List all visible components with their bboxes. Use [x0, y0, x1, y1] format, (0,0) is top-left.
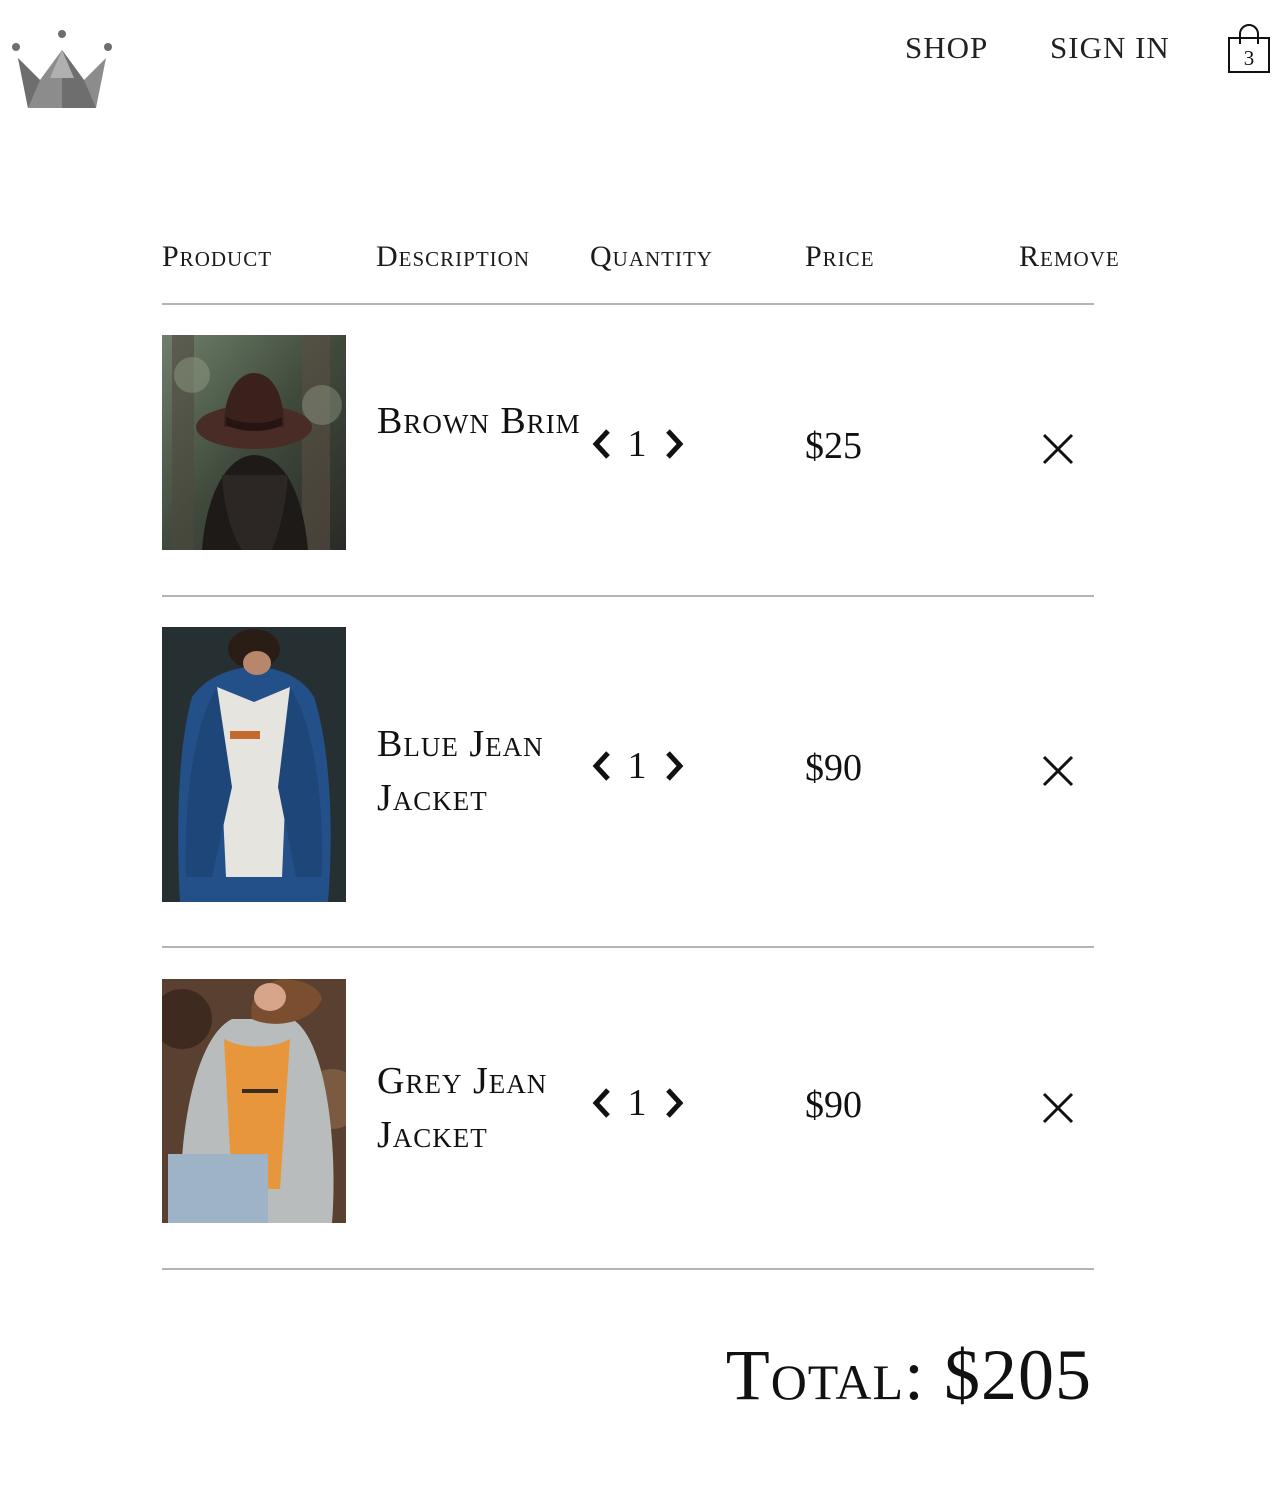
- row-divider: [162, 1268, 1094, 1270]
- product-name-blue-jean-jacket: Blue Jean Jacket: [377, 723, 544, 819]
- nav-sign-in-link[interactable]: SIGN IN: [1050, 30, 1170, 66]
- header-price: Price: [805, 240, 875, 273]
- header-quantity: Quantity: [590, 240, 713, 273]
- product-image-blue-jean-jacket: [162, 627, 346, 902]
- chevron-right-icon[interactable]: [660, 426, 688, 462]
- product-name-brown-brim: Brown Brim: [377, 400, 581, 442]
- product-name-grey-jean-jacket: Grey Jean Jacket: [377, 1060, 548, 1156]
- cart-total: Total: $205: [725, 1335, 1092, 1415]
- chevron-right-icon[interactable]: [660, 748, 688, 784]
- quantity-value: 1: [627, 423, 647, 465]
- chevron-left-icon[interactable]: [588, 748, 616, 784]
- header-product: Product: [162, 240, 273, 273]
- cart-count-badge: 3: [1243, 46, 1255, 70]
- product-image-brown-brim: [162, 335, 346, 550]
- quantity-value: 1: [627, 745, 647, 787]
- cart-button[interactable]: 3: [1226, 24, 1272, 76]
- quantity-stepper[interactable]: 1: [588, 1077, 698, 1137]
- chevron-left-icon[interactable]: [588, 1085, 616, 1121]
- price-value: $25: [805, 425, 862, 467]
- header-divider: [162, 303, 1094, 305]
- row-divider: [162, 595, 1094, 597]
- remove-item-button[interactable]: [1040, 753, 1076, 789]
- price-value: $90: [805, 1084, 862, 1126]
- quantity-value: 1: [627, 1082, 647, 1124]
- quantity-stepper[interactable]: 1: [588, 418, 698, 478]
- header-remove: Remove: [1019, 240, 1120, 273]
- remove-item-button[interactable]: [1040, 431, 1076, 467]
- quantity-stepper[interactable]: 1: [588, 740, 698, 800]
- close-icon: [1042, 1092, 1074, 1124]
- chevron-right-icon[interactable]: [660, 1085, 688, 1121]
- close-icon: [1042, 755, 1074, 787]
- nav-shop-link[interactable]: SHOP: [905, 30, 988, 66]
- close-icon: [1042, 433, 1074, 465]
- price-value: $90: [805, 747, 862, 789]
- header-description: Description: [376, 240, 531, 273]
- product-image-grey-jean-jacket: [162, 979, 346, 1223]
- row-divider: [162, 946, 1094, 948]
- crown-logo-icon[interactable]: [10, 28, 114, 110]
- chevron-left-icon[interactable]: [588, 426, 616, 462]
- remove-item-button[interactable]: [1040, 1090, 1076, 1126]
